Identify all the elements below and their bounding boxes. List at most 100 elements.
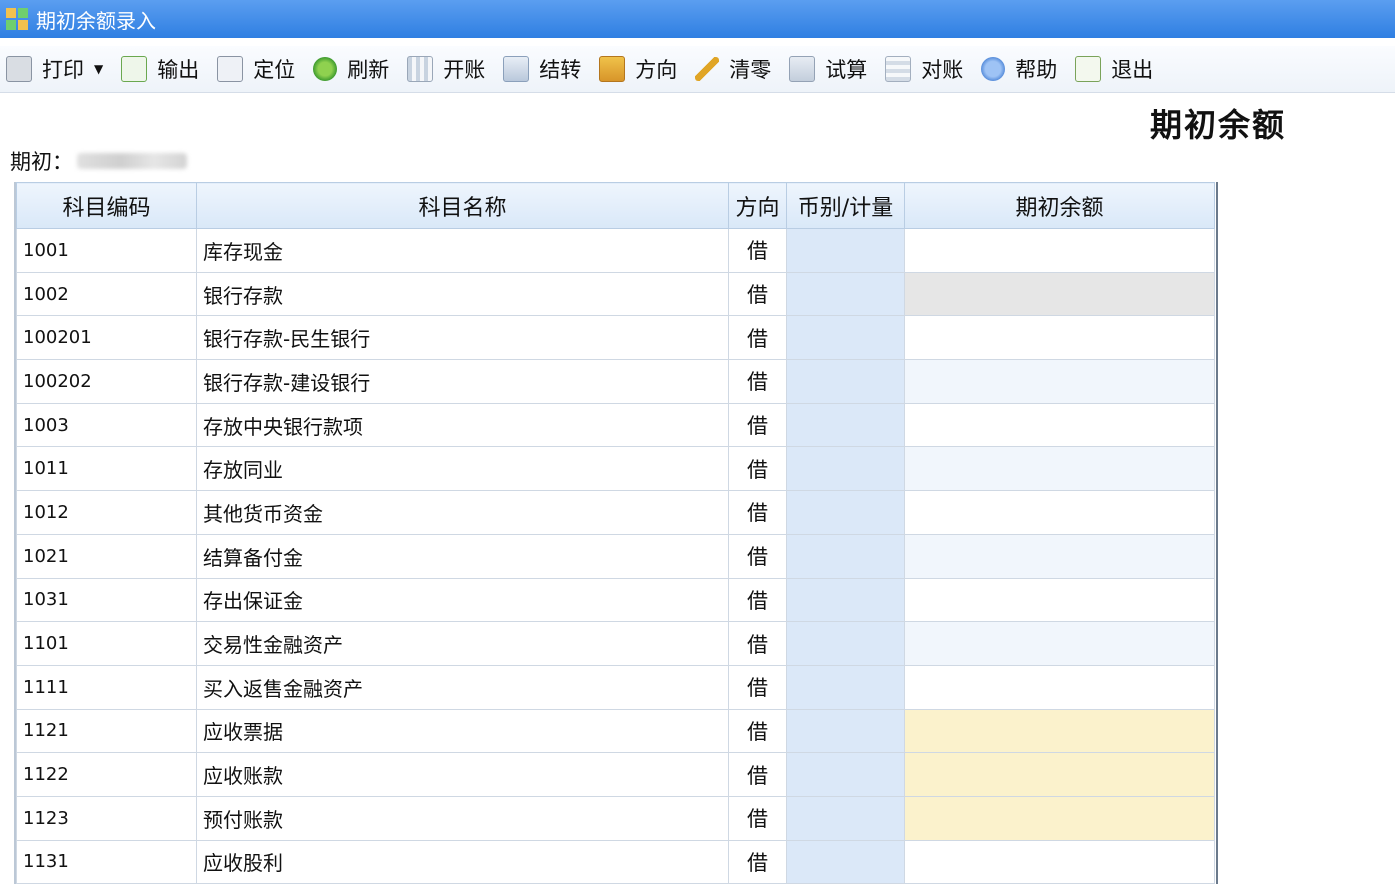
opening-balance-cell[interactable] xyxy=(904,577,1215,623)
opening-balance-cell[interactable] xyxy=(904,446,1215,492)
direction-cell[interactable]: 借 xyxy=(728,359,787,404)
currency-cell[interactable] xyxy=(786,228,905,273)
col-header-name[interactable]: 科目名称 xyxy=(196,182,729,229)
account-code-cell: 1021 xyxy=(16,533,197,579)
clear-button[interactable]: 清零 xyxy=(689,49,777,89)
currency-cell[interactable] xyxy=(786,315,905,361)
currency-cell[interactable] xyxy=(786,271,905,317)
account-code-cell: 1101 xyxy=(16,621,197,666)
direction-cell[interactable]: 借 xyxy=(728,402,787,448)
table-row[interactable]: 1011 存放同业借 xyxy=(16,446,1215,492)
table-row[interactable]: 1021 结算备付金借 xyxy=(16,533,1215,579)
direction-cell[interactable]: 借 xyxy=(728,271,787,317)
export-icon xyxy=(121,56,148,82)
opening-balance-cell[interactable] xyxy=(904,752,1215,797)
table-row[interactable]: 100202 银行存款-建设银行借 xyxy=(16,359,1215,404)
account-code-cell: 1012 xyxy=(16,490,197,535)
window-title: 期初余额录入 xyxy=(36,8,156,33)
trial-balance-button[interactable]: 试算 xyxy=(783,49,873,89)
direction-cell[interactable]: 借 xyxy=(728,752,787,797)
opening-balance-cell[interactable] xyxy=(904,490,1215,535)
direction-cell[interactable]: 借 xyxy=(728,228,787,273)
col-header-balance[interactable]: 期初余额 xyxy=(904,182,1215,229)
direction-cell[interactable]: 借 xyxy=(728,446,787,492)
account-name-cell: 存出保证金 xyxy=(196,577,729,623)
direction-icon xyxy=(599,56,626,82)
table-row[interactable]: 1123 预付账款借 xyxy=(16,795,1215,841)
table-row[interactable]: 1131 应收股利借 xyxy=(16,839,1215,885)
direction-cell[interactable]: 借 xyxy=(728,621,787,666)
currency-cell[interactable] xyxy=(786,577,905,623)
direction-cell[interactable]: 借 xyxy=(728,795,787,841)
table-row[interactable]: 100201 银行存款-民生银行借 xyxy=(16,315,1215,361)
currency-cell[interactable] xyxy=(786,533,905,579)
locate-button[interactable]: 定位 xyxy=(211,49,301,89)
table-row[interactable]: 1101 交易性金融资产借 xyxy=(16,621,1215,666)
broom-icon xyxy=(695,57,720,81)
open-account-button[interactable]: 开账 xyxy=(401,49,491,89)
window-titlebar: 期初余额录入 xyxy=(0,0,1395,38)
toolbar-label: 清零 xyxy=(729,58,772,82)
table-row[interactable]: 1001 库存现金借 xyxy=(16,228,1215,273)
toolbar-label: 帮助 xyxy=(1015,58,1058,82)
account-code-cell: 1001 xyxy=(16,228,197,273)
reconcile-button[interactable]: 对账 xyxy=(879,49,969,89)
currency-cell[interactable] xyxy=(786,402,905,448)
opening-balance-cell[interactable] xyxy=(904,795,1215,841)
opening-balance-cell[interactable] xyxy=(904,621,1215,666)
currency-cell[interactable] xyxy=(786,446,905,492)
toolbar: 打印 ▼ 输出 定位 刷新 开账 结转 方向 清零 试算 对账 帮助 退出 xyxy=(0,46,1395,93)
table-row[interactable]: 1031 存出保证金借 xyxy=(16,577,1215,623)
col-header-currency[interactable]: 币别/计量 xyxy=(786,182,905,229)
currency-cell[interactable] xyxy=(786,795,905,841)
opening-balance-cell[interactable] xyxy=(904,664,1215,710)
table-row[interactable]: 1012 其他货币资金借 xyxy=(16,490,1215,535)
carry-forward-button[interactable]: 结转 xyxy=(497,49,587,89)
direction-cell[interactable]: 借 xyxy=(728,490,787,535)
account-name-cell: 应收账款 xyxy=(196,752,729,797)
direction-cell[interactable]: 借 xyxy=(728,708,787,754)
table-row[interactable]: 1002 银行存款借 xyxy=(16,271,1215,317)
help-button[interactable]: 帮助 xyxy=(975,49,1063,89)
opening-balance-cell[interactable] xyxy=(904,315,1215,361)
refresh-button[interactable]: 刷新 xyxy=(307,49,395,89)
table-row[interactable]: 1003 存放中央银行款项借 xyxy=(16,402,1215,448)
direction-cell[interactable]: 借 xyxy=(728,533,787,579)
opening-balance-cell[interactable] xyxy=(904,533,1215,579)
direction-cell[interactable]: 借 xyxy=(728,315,787,361)
currency-cell[interactable] xyxy=(786,708,905,754)
table-row[interactable]: 1111 买入返售金融资产借 xyxy=(16,664,1215,710)
opening-balance-cell[interactable] xyxy=(904,359,1215,404)
direction-button[interactable]: 方向 xyxy=(593,49,683,89)
account-name-cell: 银行存款-建设银行 xyxy=(196,359,729,404)
opening-balance-cell[interactable] xyxy=(904,708,1215,754)
currency-cell[interactable] xyxy=(786,359,905,404)
toolbar-label: 退出 xyxy=(1111,58,1154,82)
toolbar-label: 打印 xyxy=(42,58,84,82)
period-value-redacted xyxy=(77,153,187,169)
help-icon xyxy=(981,57,1006,81)
opening-balance-cell[interactable] xyxy=(904,228,1215,273)
export-button[interactable]: 输出 xyxy=(115,49,205,89)
col-header-code[interactable]: 科目编码 xyxy=(16,182,197,229)
opening-balance-cell[interactable] xyxy=(904,402,1215,448)
opening-balance-cell[interactable] xyxy=(904,839,1215,885)
account-code-cell: 100202 xyxy=(16,359,197,404)
currency-cell[interactable] xyxy=(786,490,905,535)
direction-cell[interactable]: 借 xyxy=(728,839,787,885)
caret-down-icon[interactable]: ▼ xyxy=(94,62,103,76)
direction-cell[interactable]: 借 xyxy=(728,577,787,623)
opening-balance-cell[interactable] xyxy=(904,271,1215,317)
exit-button[interactable]: 退出 xyxy=(1069,49,1159,89)
currency-cell[interactable] xyxy=(786,839,905,885)
col-header-direction[interactable]: 方向 xyxy=(728,182,787,229)
account-code-cell: 1121 xyxy=(16,708,197,754)
account-name-cell: 银行存款-民生银行 xyxy=(196,315,729,361)
print-button[interactable]: 打印 ▼ xyxy=(0,49,109,89)
direction-cell[interactable]: 借 xyxy=(728,664,787,710)
currency-cell[interactable] xyxy=(786,752,905,797)
currency-cell[interactable] xyxy=(786,664,905,710)
table-row[interactable]: 1122 应收账款借 xyxy=(16,752,1215,797)
currency-cell[interactable] xyxy=(786,621,905,666)
table-row[interactable]: 1121 应收票据借 xyxy=(16,708,1215,754)
